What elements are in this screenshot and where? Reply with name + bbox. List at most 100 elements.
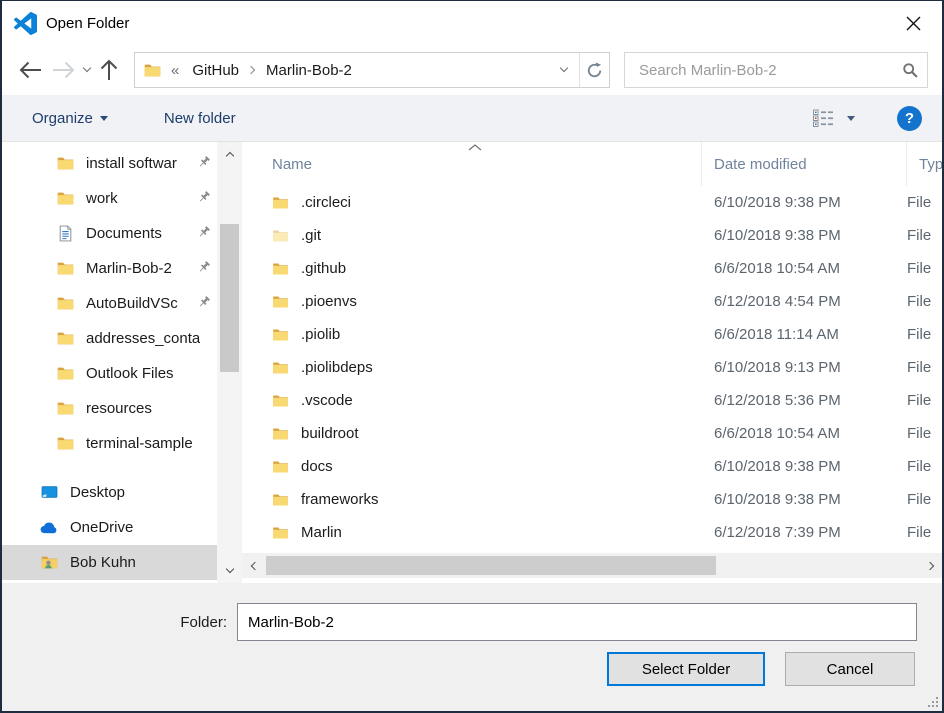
cancel-button[interactable]: Cancel bbox=[785, 652, 915, 686]
file-name-cell: .github bbox=[242, 260, 702, 277]
scroll-right-button[interactable] bbox=[922, 553, 940, 578]
file-row-piolibdeps[interactable]: .piolibdeps 6/10/2018 9:13 PM File bbox=[242, 351, 942, 384]
file-name: .circleci bbox=[301, 194, 351, 211]
scroll-up-button[interactable] bbox=[217, 144, 242, 164]
file-name-cell: .vscode bbox=[242, 392, 702, 409]
file-type: File bbox=[907, 326, 931, 343]
folder-name-input[interactable] bbox=[237, 603, 917, 641]
recent-locations-button[interactable] bbox=[84, 69, 90, 71]
sidebar-item-label: install softwar bbox=[86, 155, 177, 172]
folder-icon bbox=[56, 435, 76, 453]
file-name: .piolib bbox=[301, 326, 340, 343]
select-folder-button[interactable]: Select Folder bbox=[607, 652, 765, 686]
pin-icon bbox=[196, 260, 211, 275]
sidebar-item-marlin-bob-2[interactable]: Marlin-Bob-2 bbox=[2, 251, 217, 286]
details-view-icon bbox=[811, 108, 835, 128]
folder-field-row: Folder: bbox=[2, 603, 917, 641]
sidebar-item-work[interactable]: work bbox=[2, 181, 217, 216]
sidebar-scrollbar-thumb[interactable] bbox=[220, 224, 239, 372]
sidebar-item-label: terminal-sample bbox=[86, 435, 193, 452]
file-name-cell: docs bbox=[242, 458, 702, 475]
file-row-pioenvs[interactable]: .pioenvs 6/12/2018 4:54 PM File bbox=[242, 285, 942, 318]
chevron-down-icon bbox=[225, 565, 233, 573]
chevron-down-icon bbox=[560, 64, 568, 72]
file-type: File bbox=[907, 458, 931, 475]
desktop-icon bbox=[40, 484, 60, 502]
search-icon[interactable] bbox=[902, 62, 919, 79]
title-bar: Open Folder bbox=[2, 1, 942, 45]
resize-grip[interactable] bbox=[927, 696, 940, 709]
file-row-frameworks[interactable]: frameworks 6/10/2018 9:38 PM File bbox=[242, 483, 942, 516]
sidebar-item-outlook-files[interactable]: Outlook Files bbox=[2, 356, 217, 391]
sidebar-item-terminal-sample[interactable]: terminal-sample bbox=[2, 426, 217, 461]
sidebar-item-desktop[interactable]: Desktop bbox=[2, 475, 217, 510]
file-name: .git bbox=[301, 227, 321, 244]
scroll-down-button[interactable] bbox=[217, 561, 242, 581]
file-row-docs[interactable]: docs 6/10/2018 9:38 PM File bbox=[242, 450, 942, 483]
sidebar-item-onedrive[interactable]: OneDrive bbox=[2, 510, 217, 545]
file-list-area: Name Date modified Typ .circleci 6/10/20… bbox=[242, 142, 942, 583]
file-row-git[interactable]: .git 6/10/2018 9:38 PM File bbox=[242, 219, 942, 252]
file-row-vscode[interactable]: .vscode 6/12/2018 5:36 PM File bbox=[242, 384, 942, 417]
horizontal-scrollbar-thumb[interactable] bbox=[266, 556, 716, 575]
folder-icon bbox=[272, 261, 290, 277]
help-button[interactable]: ? bbox=[897, 106, 922, 131]
file-name: frameworks bbox=[301, 491, 379, 508]
window-title: Open Folder bbox=[46, 15, 129, 32]
file-date-modified: 6/10/2018 9:13 PM bbox=[702, 359, 907, 376]
file-date-modified: 6/12/2018 4:54 PM bbox=[702, 293, 907, 310]
column-header-type[interactable]: Typ bbox=[907, 142, 942, 186]
file-row-github[interactable]: .github 6/6/2018 10:54 AM File bbox=[242, 252, 942, 285]
file-type: File bbox=[907, 359, 931, 376]
horizontal-scrollbar[interactable] bbox=[242, 553, 942, 578]
breadcrumb-github[interactable]: GitHub bbox=[183, 62, 248, 79]
sidebar-scrollbar[interactable] bbox=[217, 142, 242, 583]
sidebar-item-label: resources bbox=[86, 400, 152, 417]
search-box[interactable] bbox=[624, 52, 928, 88]
change-view-button[interactable] bbox=[811, 108, 855, 128]
file-type: File bbox=[907, 392, 931, 409]
chevron-down-icon bbox=[83, 64, 91, 72]
file-row-marlin[interactable]: Marlin 6/12/2018 7:39 PM File bbox=[242, 516, 942, 549]
sidebar-item-documents[interactable]: Documents bbox=[2, 216, 217, 251]
file-row-buildroot[interactable]: buildroot 6/6/2018 10:54 AM File bbox=[242, 417, 942, 450]
file-row-circleci[interactable]: .circleci 6/10/2018 9:38 PM File bbox=[242, 186, 942, 219]
breadcrumb-overflow[interactable]: « bbox=[171, 62, 179, 79]
search-input[interactable] bbox=[637, 61, 902, 80]
column-header-date-modified[interactable]: Date modified bbox=[702, 142, 907, 186]
file-date-modified: 6/10/2018 9:38 PM bbox=[702, 227, 907, 244]
back-button[interactable] bbox=[18, 59, 43, 81]
file-name-cell: .piolibdeps bbox=[242, 359, 702, 376]
file-name-cell: .piolib bbox=[242, 326, 702, 343]
close-button[interactable] bbox=[896, 8, 930, 38]
folder-icon bbox=[56, 330, 76, 348]
pin-icon bbox=[196, 225, 211, 240]
address-bar[interactable]: « GitHub Marlin-Bob-2 bbox=[134, 52, 610, 88]
folder-icon bbox=[272, 360, 290, 376]
file-name-cell: .git bbox=[242, 227, 702, 244]
scroll-left-button[interactable] bbox=[244, 553, 262, 578]
sidebar-item-resources[interactable]: resources bbox=[2, 391, 217, 426]
organize-button[interactable]: Organize bbox=[32, 110, 108, 127]
back-arrow-icon bbox=[18, 59, 43, 81]
folder-icon bbox=[56, 260, 76, 278]
sidebar-item-addresses-conta[interactable]: addresses_conta bbox=[2, 321, 217, 356]
address-dropdown-button[interactable] bbox=[549, 53, 579, 87]
sidebar-item-install-softwar[interactable]: install softwar bbox=[2, 146, 217, 181]
sidebar-item-label: Desktop bbox=[70, 484, 125, 501]
file-name: Marlin bbox=[301, 524, 342, 541]
onedrive-icon bbox=[40, 519, 60, 537]
breadcrumb-marlin-bob-2[interactable]: Marlin-Bob-2 bbox=[257, 62, 361, 79]
up-button[interactable] bbox=[98, 58, 120, 82]
dropdown-arrow-icon bbox=[100, 116, 108, 125]
folder-icon bbox=[272, 426, 290, 442]
refresh-button[interactable] bbox=[579, 53, 609, 87]
sidebar-item-autobuildvsc[interactable]: AutoBuildVSc bbox=[2, 286, 217, 321]
folder-icon bbox=[272, 492, 290, 508]
file-row-piolib[interactable]: .piolib 6/6/2018 11:14 AM File bbox=[242, 318, 942, 351]
file-date-modified: 6/10/2018 9:38 PM bbox=[702, 491, 907, 508]
file-date-modified: 6/6/2018 10:54 AM bbox=[702, 260, 907, 277]
sidebar-item-bob-kuhn[interactable]: Bob Kuhn bbox=[2, 545, 217, 580]
new-folder-button[interactable]: New folder bbox=[164, 110, 236, 127]
forward-button[interactable] bbox=[51, 59, 76, 81]
